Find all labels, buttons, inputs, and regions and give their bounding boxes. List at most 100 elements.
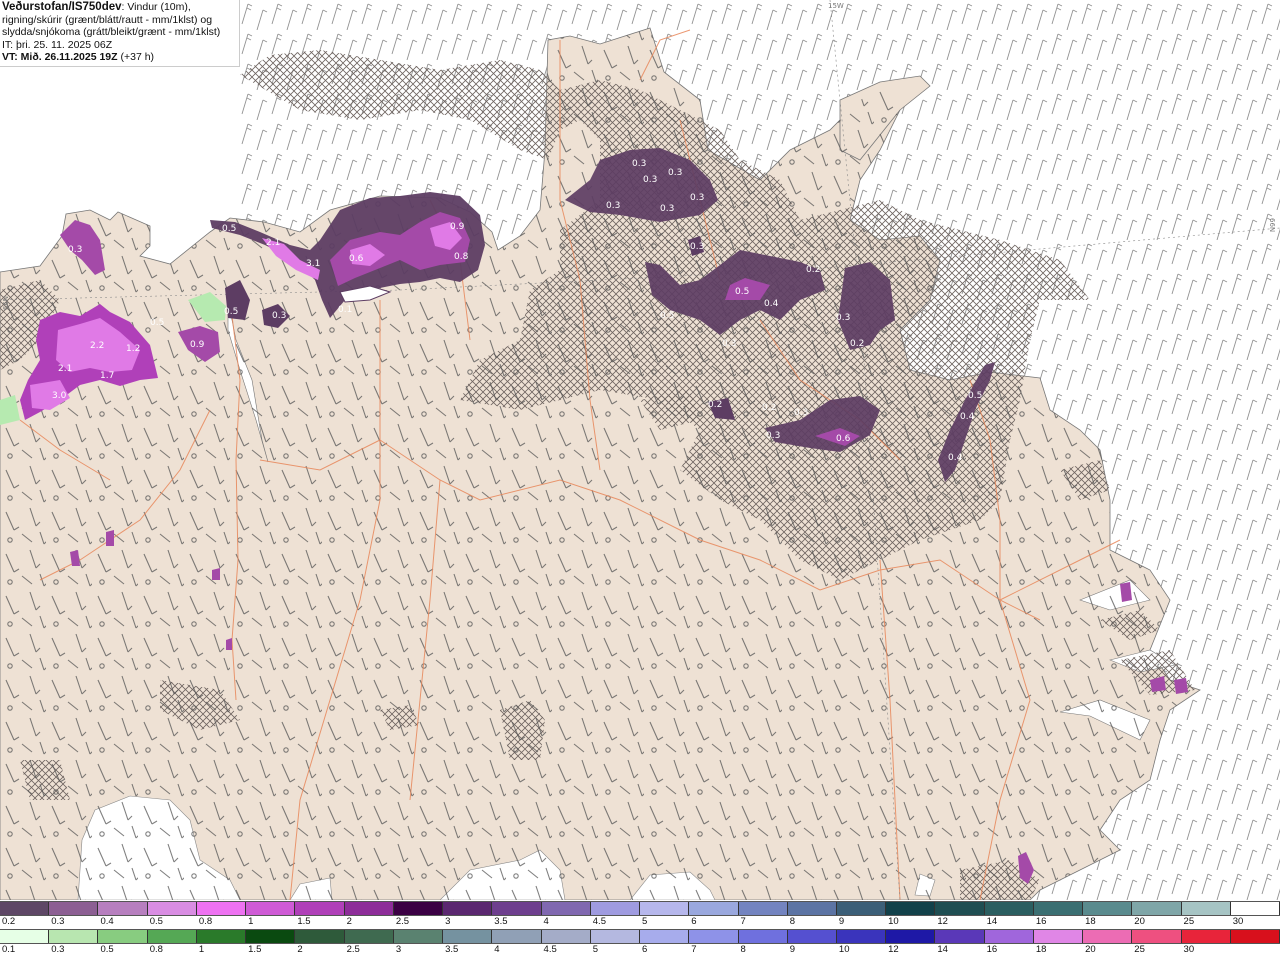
scale-label: 4 xyxy=(494,944,500,955)
scale-label: 20 xyxy=(1085,944,1096,955)
precip-label: 0.3 xyxy=(766,431,780,441)
scale-swatch xyxy=(0,902,50,915)
scale-label: 16 xyxy=(1035,916,1047,927)
scale-label: 1 xyxy=(248,916,254,927)
scale-label: 8 xyxy=(740,944,746,955)
scale-swatch xyxy=(1083,930,1133,943)
scale-swatch xyxy=(541,902,591,915)
scale-label: 0.4 xyxy=(100,916,114,927)
scale-swatch xyxy=(49,902,99,915)
precip-label: 3.0 xyxy=(52,391,67,401)
scale-swatch xyxy=(393,902,444,915)
scale-swatch xyxy=(246,930,296,943)
scale-label: 18 xyxy=(1035,944,1047,955)
scale-swatch xyxy=(787,930,837,943)
valid-time: VT: Mið. 26.11.2025 19Z xyxy=(2,51,118,63)
precip-label: 0.2 xyxy=(806,265,820,275)
scale-label: 5 xyxy=(642,916,648,927)
scale-swatch xyxy=(443,930,493,943)
desc-line-1: : Vindur (10m), xyxy=(121,1,191,13)
info-box: Veðurstofan/IS750dev: Vindur (10m), rign… xyxy=(0,0,240,67)
desc-line-3: slydda/snjókoma (grátt/bleikt/grænt - mm… xyxy=(2,26,221,38)
scale-label: 0.3 xyxy=(51,944,65,955)
precip-label: 0.8 xyxy=(454,252,469,262)
scale-swatch xyxy=(196,930,247,943)
precip-label: 0.5 xyxy=(660,311,674,321)
scale-swatch xyxy=(1132,902,1182,915)
scale-swatch xyxy=(393,930,444,943)
scale-swatch xyxy=(295,902,345,915)
scale-label: 0.2 xyxy=(2,916,16,927)
precip-label: 0.5 xyxy=(735,287,749,297)
precip-label: 0.3 xyxy=(794,408,808,418)
scale-label: 3.5 xyxy=(445,944,459,955)
scale-swatch xyxy=(738,902,788,915)
scale-label: 1.5 xyxy=(248,944,262,955)
precip-label: 0.3 xyxy=(690,193,704,203)
scale-swatch xyxy=(935,902,985,915)
scale-label: 3.5 xyxy=(494,916,508,927)
precip-label: 0.1 xyxy=(338,305,352,315)
scale-label: 0.3 xyxy=(51,916,65,927)
scale-swatch xyxy=(689,902,739,915)
precip-label: 0.3 xyxy=(722,339,736,349)
scale-label: 2 xyxy=(346,916,352,927)
scale-label: 0.5 xyxy=(149,916,163,927)
scale-label: 14 xyxy=(937,944,948,955)
scale-swatch xyxy=(492,902,542,915)
scale-swatch xyxy=(640,930,690,943)
scale-label: 2.5 xyxy=(395,916,410,927)
scale-label: 4.5 xyxy=(592,916,606,927)
scale-swatch xyxy=(147,930,197,943)
scale-swatch xyxy=(443,902,493,915)
scale-swatch xyxy=(689,930,739,943)
scale-label: 5 xyxy=(592,944,599,955)
precip-label: 0.4 xyxy=(960,412,975,422)
scale-label: 9 xyxy=(789,944,795,955)
scale-label: 8 xyxy=(789,916,795,927)
scale-label: 20 xyxy=(1134,916,1145,927)
scale-label: 10 xyxy=(888,916,899,927)
precip-label: 0.3 xyxy=(272,311,286,321)
scale-swatch xyxy=(1181,930,1231,943)
precip-label: 0.3 xyxy=(606,201,620,211)
precip-label: 0.6 xyxy=(836,434,851,444)
scale-label: 4.5 xyxy=(543,944,557,955)
weather-map: 0.3 0.3 0.3 0.3 0.3 0.3 0.3 0.5 0.4 0.2 … xyxy=(0,0,1280,900)
precip-label: 0.4 xyxy=(948,453,963,463)
lon-label-top: 15W xyxy=(828,2,844,10)
scale-label: 25 xyxy=(1134,944,1145,955)
scale-label: 7 xyxy=(740,916,746,927)
scale-swatch xyxy=(344,930,394,943)
scale-label: 0.8 xyxy=(198,916,213,927)
scale-label: 18 xyxy=(1085,916,1096,927)
precip-label: 1.2 xyxy=(126,344,140,354)
scale-label: 12 xyxy=(888,944,899,955)
scale-swatch xyxy=(590,902,641,915)
precip-label: 0.5 xyxy=(222,224,236,234)
rain-color-scale: 0.1 0.3 0.5 0.8 1 1.5 2 2.5 3 3.5 4 4.5 5 6 7 8 9 10 12 14 1… xyxy=(0,929,1280,956)
valid-offset: (+37 h) xyxy=(120,51,155,63)
scale-swatch xyxy=(98,930,148,943)
scale-swatch xyxy=(1181,902,1231,915)
scale-swatch xyxy=(541,930,591,943)
scale-label: 6 xyxy=(691,916,697,927)
scale-label: 2.5 xyxy=(346,944,360,955)
precip-label: 0.4 xyxy=(764,299,779,309)
scale-label: 12 xyxy=(937,916,948,927)
scale-swatch xyxy=(0,930,50,943)
snow-color-scale: 0.2 0.3 0.4 0.5 0.8 1 1.5 2 2.5 3 3.5 4 4.5 5 6 7 8 9 10 12… xyxy=(0,901,1280,928)
map-title: Veðurstofan/IS750dev xyxy=(2,1,122,13)
scale-label: 3 xyxy=(395,944,402,955)
precip-label: 0.3 xyxy=(68,245,82,255)
precip-label: 0.5 xyxy=(150,318,164,328)
scale-label: 16 xyxy=(986,944,998,955)
scale-swatch xyxy=(295,930,345,943)
lat-label-right: 66N xyxy=(1268,218,1276,233)
precip-label: 2.1 xyxy=(58,364,72,374)
precip-label: 0.5 xyxy=(224,307,238,317)
scale-swatch xyxy=(196,902,247,915)
scale-label: 3 xyxy=(445,916,451,927)
scale-swatch xyxy=(1033,930,1084,943)
scale-label: 0.8 xyxy=(149,944,163,955)
